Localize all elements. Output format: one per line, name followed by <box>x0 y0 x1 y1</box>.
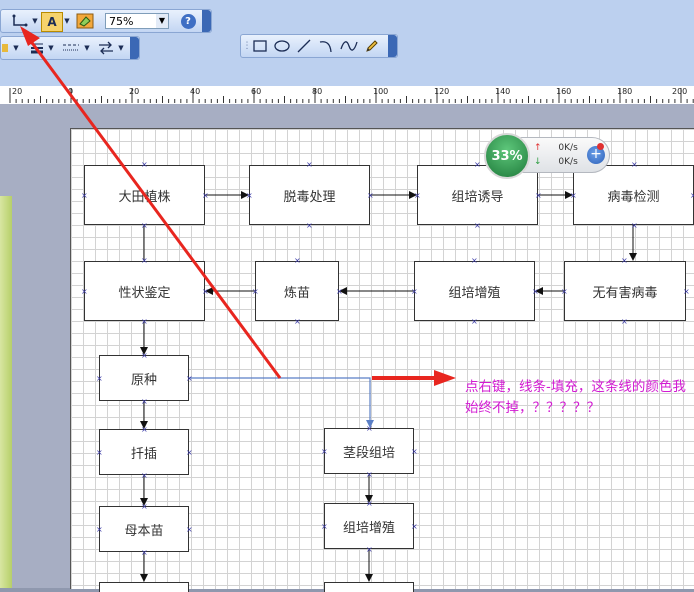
memory-percent-badge[interactable]: 33% <box>484 133 530 179</box>
chevron-down-icon[interactable]: ▼ <box>63 12 71 30</box>
rectangle-tool-icon[interactable] <box>251 37 269 55</box>
toolbar-grip[interactable] <box>202 10 211 32</box>
ruler-label: 0 <box>68 87 74 96</box>
toolbar-grip[interactable] <box>130 37 139 59</box>
chevron-down-icon[interactable]: ▼ <box>156 14 168 28</box>
flow-node[interactable]: 组培增殖 <box>414 261 535 321</box>
node-label: 大田植株 <box>118 189 171 205</box>
line-tool-icon[interactable] <box>295 37 313 55</box>
ruler-label: 120 <box>434 87 450 96</box>
ruler-label: 200 <box>672 87 688 96</box>
help-icon: ? <box>180 13 196 29</box>
chevron-down-icon[interactable]: ▼ <box>117 39 125 57</box>
freeform-tool-icon[interactable] <box>339 37 359 55</box>
node-label: 组培增殖 <box>448 285 501 301</box>
fill-color-icon[interactable] <box>75 12 95 30</box>
flow-node-partial[interactable] <box>99 582 189 592</box>
stencil-panel-edge <box>0 196 12 588</box>
drawing-toolbar: ⋮ <box>240 34 398 58</box>
chevron-down-icon[interactable]: ▼ <box>83 39 91 57</box>
ruler-label: 80 <box>312 87 323 96</box>
flow-node[interactable]: 组培增殖 <box>324 503 414 549</box>
ruler-label: 140 <box>495 87 511 96</box>
network-speed-widget[interactable]: 33% ↑ 0K/s ↓ 0K/s + <box>484 133 610 179</box>
flow-node[interactable]: 母本苗 <box>99 506 189 552</box>
connector-tool-icon[interactable] <box>9 12 31 30</box>
chevron-down-icon[interactable]: ▼ <box>47 39 55 57</box>
node-label: 茎段组培 <box>342 445 395 461</box>
line-ends-icon[interactable] <box>97 39 115 57</box>
line-toolbar: ▼ ▼ ▼ ▼ <box>0 36 140 60</box>
flow-node[interactable]: 炼苗 <box>255 261 339 321</box>
download-speed: 0K/s <box>558 157 578 167</box>
grip-dots-icon[interactable]: ⋮ <box>243 37 252 55</box>
ruler-label: 100 <box>373 87 389 96</box>
zoom-value: 75% <box>109 15 134 28</box>
node-label: 组培增殖 <box>342 520 395 536</box>
toolbar-grip[interactable] <box>388 35 397 57</box>
ruler-label: 60 <box>251 87 262 96</box>
flow-node[interactable]: 大田植株 <box>84 165 205 225</box>
node-label: 病毒检测 <box>607 189 660 205</box>
ellipse-tool-icon[interactable] <box>273 37 291 55</box>
line-pattern-icon[interactable] <box>61 39 81 57</box>
chevron-down-icon[interactable]: ▼ <box>31 12 39 30</box>
chevron-down-icon[interactable]: ▼ <box>12 39 20 57</box>
download-arrow-icon: ↓ <box>534 157 542 167</box>
horizontal-ruler: 20 0 20 40 60 80 100 120 140 160 180 200 <box>0 86 694 105</box>
pencil-tool-icon[interactable] <box>363 37 381 55</box>
node-label: 脱毒处理 <box>283 189 336 205</box>
node-label: 炼苗 <box>283 285 310 301</box>
flow-node[interactable]: 无有害病毒 <box>564 261 686 321</box>
upload-row: ↑ 0K/s <box>534 143 578 153</box>
notification-dot <box>597 143 604 150</box>
node-label: 组培诱导 <box>451 189 504 205</box>
ruler-label: 40 <box>190 87 201 96</box>
line-weight-icon[interactable] <box>29 39 45 57</box>
flow-node[interactable]: 脱毒处理 <box>249 165 370 225</box>
ruler-label: 180 <box>617 87 633 96</box>
node-label: 母本苗 <box>124 523 164 539</box>
flow-node[interactable]: 扦插 <box>99 429 189 475</box>
annotation-text: 点右键，线条-填充，这条线的颜色我始终不掉，？？？？？ <box>465 379 686 416</box>
flow-node[interactable]: 性状鉴定 <box>84 261 205 321</box>
node-label: 无有害病毒 <box>592 285 658 301</box>
ruler-label: 20 <box>129 87 140 96</box>
node-label: 扦插 <box>130 446 157 462</box>
shadow-icon[interactable] <box>1 39 11 57</box>
ruler-ticks <box>9 88 694 103</box>
flow-node[interactable]: 原种 <box>99 355 189 401</box>
formatting-toolbar: ▼ A ▼ 75% ▼ ? <box>0 9 212 33</box>
upload-arrow-icon: ↑ <box>534 143 542 153</box>
font-color-button[interactable]: A <box>41 12 63 32</box>
ruler-label: 160 <box>556 87 572 96</box>
toolbar-area: ▼ A ▼ 75% ▼ ? ▼ ▼ ▼ ▼ ⋮ <box>0 0 694 86</box>
flow-node[interactable]: 茎段组培 <box>324 428 414 474</box>
arc-tool-icon[interactable] <box>317 37 335 55</box>
node-label: 性状鉴定 <box>118 285 171 301</box>
ruler-label: 20 <box>12 87 23 96</box>
node-label: 原种 <box>130 372 157 388</box>
help-button[interactable]: ? <box>179 12 197 30</box>
memory-percent: 33% <box>491 148 523 164</box>
download-row: ↓ 0K/s <box>534 157 578 167</box>
flow-node-partial[interactable] <box>324 582 414 592</box>
upload-speed: 0K/s <box>558 143 578 153</box>
zoom-select[interactable]: 75% ▼ <box>105 13 169 29</box>
